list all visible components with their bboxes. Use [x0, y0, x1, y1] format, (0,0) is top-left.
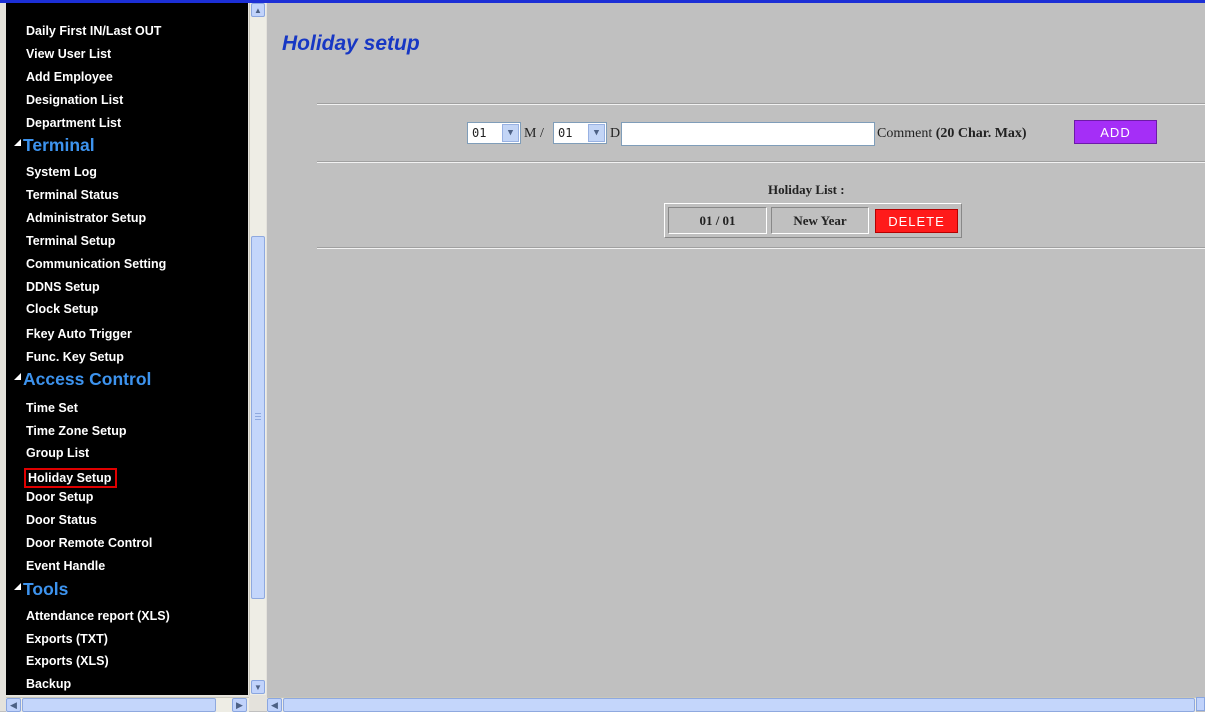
day-label: D [610, 126, 621, 141]
sidebar-item-attendance-report-xls[interactable]: Attendance report (XLS) [26, 609, 170, 623]
sidebar-item-event-handle[interactable]: Event Handle [26, 559, 105, 573]
scroll-up-icon[interactable]: ▲ [251, 3, 265, 17]
holiday-name-cell: New Year [771, 207, 869, 234]
scroll-left-icon[interactable]: ◀ [6, 698, 21, 712]
sidebar-horizontal-scrollbar[interactable]: ◀ ▶ [6, 697, 249, 712]
sidebar-section-label: Tools [23, 579, 69, 599]
divider [317, 161, 1205, 163]
expand-triangle-icon [14, 373, 21, 380]
sidebar-item-ddns-setup[interactable]: DDNS Setup [26, 280, 100, 294]
sidebar-item-exports-xls[interactable]: Exports (XLS) [26, 654, 109, 668]
month-select[interactable]: 01 ▼ [467, 122, 521, 144]
divider [317, 247, 1205, 249]
scroll-down-icon[interactable]: ▼ [251, 680, 265, 694]
chevron-down-icon[interactable]: ▼ [588, 124, 605, 142]
comment-input[interactable] [621, 122, 875, 146]
sidebar-item-func-key-setup[interactable]: Func. Key Setup [26, 350, 124, 364]
sidebar-vertical-scrollbar[interactable]: ▲ ▼ [249, 3, 266, 695]
sidebar-item-door-status[interactable]: Door Status [26, 513, 97, 527]
holiday-date-cell: 01 / 01 [668, 207, 767, 234]
holiday-list-title: Holiday List : [768, 182, 845, 197]
main-horizontal-scrollbar[interactable]: ◀ [267, 697, 1196, 712]
scroll-right-icon[interactable] [1196, 697, 1205, 711]
sidebar-item-terminal-setup[interactable]: Terminal Setup [26, 234, 115, 248]
sidebar-item-door-setup[interactable]: Door Setup [26, 490, 93, 504]
sidebar-item-time-zone-setup[interactable]: Time Zone Setup [26, 424, 126, 438]
expand-triangle-icon [14, 583, 21, 590]
add-button[interactable]: ADD [1074, 120, 1157, 144]
sidebar-menu: Daily First IN/Last OUT View User List Add… [6, 3, 248, 695]
month-label: M / [524, 126, 544, 141]
main-hscroll-thumb[interactable] [283, 698, 1195, 712]
sidebar-item-add-employee[interactable]: Add Employee [26, 70, 113, 84]
delete-button[interactable]: DELETE [875, 209, 958, 233]
expand-triangle-icon [14, 139, 21, 146]
sidebar-section-tools[interactable]: Tools [14, 579, 68, 600]
sidebar-item-backup[interactable]: Backup [26, 677, 71, 691]
sidebar-section-access-control[interactable]: Access Control [14, 369, 151, 390]
sidebar-item-holiday-setup[interactable]: Holiday Setup [24, 468, 118, 488]
sidebar-hscroll-thumb[interactable] [22, 698, 216, 712]
sidebar-item-view-user-list[interactable]: View User List [26, 47, 111, 61]
sidebar-item-designation-list[interactable]: Designation List [26, 93, 123, 107]
divider [317, 103, 1205, 105]
chevron-down-icon[interactable]: ▼ [502, 124, 519, 142]
sidebar-item-clock-setup[interactable]: Clock Setup [26, 302, 98, 316]
holiday-table: 01 / 01 New Year DELETE [664, 203, 962, 238]
scroll-right-icon[interactable]: ▶ [232, 698, 247, 712]
sidebar-item-exports-txt[interactable]: Exports (TXT) [26, 632, 108, 646]
navigation-frame: Daily First IN/Last OUT View User List Add… [0, 3, 267, 712]
sidebar-section-terminal[interactable]: Terminal [14, 135, 95, 156]
sidebar-section-label: Terminal [23, 135, 95, 155]
sidebar-item-daily-first-in-last-out[interactable]: Daily First IN/Last OUT [26, 24, 161, 38]
sidebar-item-department-list[interactable]: Department List [26, 116, 121, 130]
sidebar-scroll-thumb[interactable] [251, 236, 265, 599]
comment-label: Comment (20 Char. Max) [877, 126, 1027, 141]
page-title: Holiday setup [282, 32, 420, 55]
sidebar-item-terminal-status[interactable]: Terminal Status [26, 188, 119, 202]
sidebar-item-fkey-auto-trigger[interactable]: Fkey Auto Trigger [26, 327, 132, 341]
day-select[interactable]: 01 ▼ [553, 122, 607, 144]
sidebar-item-administrator-setup[interactable]: Administrator Setup [26, 211, 146, 225]
sidebar-section-label: Access Control [23, 369, 152, 389]
sidebar-item-time-set[interactable]: Time Set [26, 401, 78, 415]
comment-hint: (20 Char. Max) [935, 126, 1027, 141]
sidebar-item-group-list[interactable]: Group List [26, 446, 89, 460]
main-content: Holiday setup 01 ▼ M / 01 ▼ D Comment (2… [267, 3, 1205, 697]
sidebar-item-system-log[interactable]: System Log [26, 165, 97, 179]
sidebar-item-communication-setting[interactable]: Communication Setting [26, 257, 166, 271]
scroll-left-icon[interactable]: ◀ [267, 698, 282, 712]
sidebar-item-door-remote-control[interactable]: Door Remote Control [26, 536, 152, 550]
